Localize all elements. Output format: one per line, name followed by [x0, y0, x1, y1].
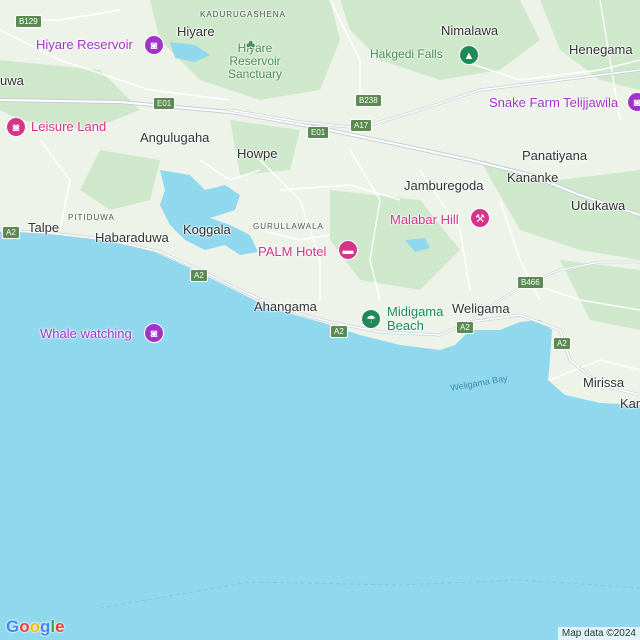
- town-label[interactable]: Kananke: [507, 170, 558, 185]
- poi-label-snake-farm[interactable]: Snake Farm Telijjawila: [489, 95, 618, 110]
- beach-icon[interactable]: ☂: [361, 309, 381, 329]
- town-label[interactable]: Nimalawa: [441, 23, 498, 38]
- logo-letter: o: [29, 617, 41, 636]
- park-icon: ♣: [246, 36, 256, 52]
- camera-icon[interactable]: ◙: [144, 35, 164, 55]
- town-label[interactable]: Koggala: [183, 222, 231, 237]
- logo-letter: o: [19, 617, 30, 636]
- locality-label: PITIDUWA: [68, 213, 115, 222]
- locality-label: KADURUGASHENA: [200, 10, 286, 19]
- logo-letter: G: [6, 617, 20, 636]
- locality-label: GURULLAWALA: [253, 222, 324, 231]
- town-label[interactable]: Kan: [620, 396, 640, 411]
- poi-label-line: Beach: [387, 318, 424, 333]
- camera-icon[interactable]: ◙: [144, 323, 164, 343]
- town-label[interactable]: Angulugaha: [140, 130, 209, 145]
- road-shield-b129: B129: [15, 15, 42, 28]
- logo-letter: g: [40, 617, 51, 636]
- camera-icon[interactable]: ◙: [6, 117, 26, 137]
- town-label[interactable]: Mirissa: [583, 375, 624, 390]
- town-label[interactable]: Talpe: [28, 220, 59, 235]
- town-label[interactable]: Ahangama: [254, 299, 317, 314]
- road-shield-a2: A2: [190, 269, 208, 282]
- poi-label-whale-watching[interactable]: Whale watching: [40, 326, 132, 341]
- poi-label-leisure-land[interactable]: Leisure Land: [31, 119, 106, 134]
- poi-label-malabar-hill[interactable]: Malabar Hill: [390, 212, 459, 227]
- camera-icon[interactable]: ◙: [627, 92, 640, 112]
- poi-label-palm-hotel[interactable]: PALM Hotel: [258, 244, 326, 259]
- poi-label-line: Midigama: [387, 304, 444, 319]
- poi-label-midigama-beach[interactable]: Midigama Beach: [387, 305, 443, 333]
- road-shield-e01: E01: [153, 97, 176, 110]
- poi-label-hiyare-reservoir[interactable]: Hiyare Reservoir: [36, 37, 133, 52]
- town-label[interactable]: Udukawa: [571, 198, 625, 213]
- town-label[interactable]: Habaraduwa: [95, 230, 169, 245]
- hakgedi-falls-label[interactable]: Hakgedi Falls: [370, 48, 443, 61]
- road-shield-a2: A2: [330, 325, 348, 338]
- road-shield-a2: A2: [553, 337, 571, 350]
- road-shield-a17: A17: [350, 119, 373, 132]
- road-shield-b466: B466: [517, 276, 544, 289]
- road-shield-a2: A2: [2, 226, 20, 239]
- town-label[interactable]: Panatiyana: [522, 148, 587, 163]
- road-shield-b238: B238: [355, 94, 382, 107]
- town-label[interactable]: Weligama: [452, 301, 510, 316]
- town-label[interactable]: Jamburegoda: [404, 178, 484, 193]
- town-label[interactable]: Howpe: [237, 146, 277, 161]
- google-logo[interactable]: Google: [6, 617, 65, 637]
- town-label[interactable]: uwa: [0, 73, 24, 88]
- town-label[interactable]: Hiyare: [177, 24, 215, 39]
- town-label[interactable]: Henegama: [569, 42, 633, 57]
- logo-letter: e: [55, 617, 65, 636]
- road-shield-e01: E01: [307, 126, 330, 139]
- sanctuary-label-line: Sanctuary: [228, 67, 283, 81]
- hotel-icon[interactable]: ▬: [338, 240, 358, 260]
- map-attribution[interactable]: Map data ©2024: [557, 627, 640, 640]
- hiking-icon[interactable]: ⚒: [470, 208, 490, 228]
- road-shield-a2: A2: [456, 321, 474, 334]
- hiking-icon[interactable]: ▲: [459, 45, 479, 65]
